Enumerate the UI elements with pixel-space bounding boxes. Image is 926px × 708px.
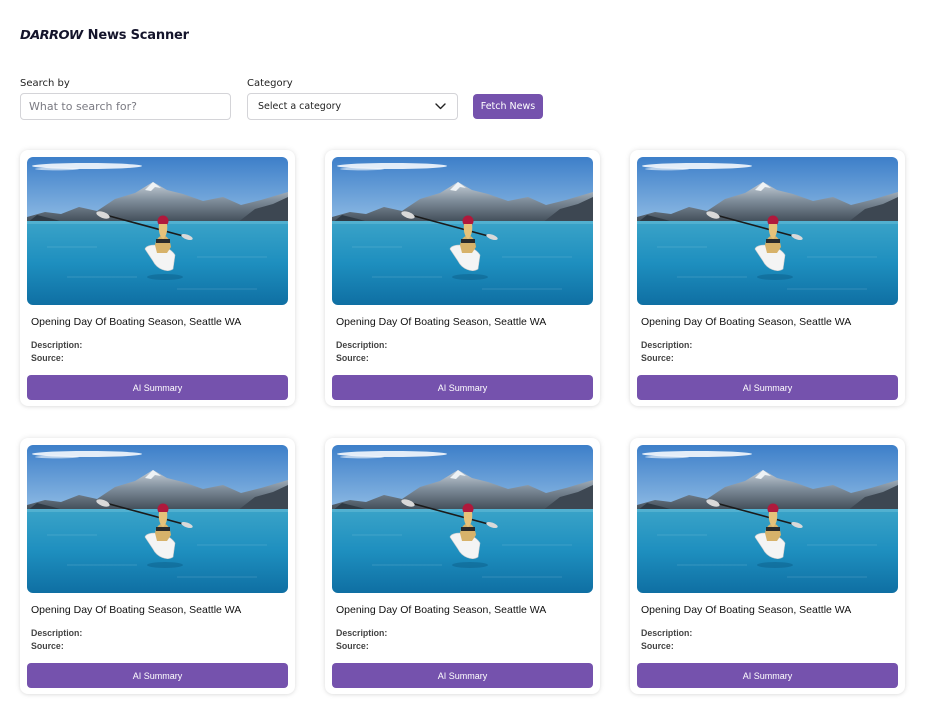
search-input[interactable] — [21, 94, 230, 119]
article-description-label: Description: — [336, 628, 388, 638]
news-card: Opening Day Of Boating Season, Seattle W… — [20, 150, 295, 406]
news-card: Opening Day Of Boating Season, Seattle W… — [325, 438, 600, 694]
ai-summary-button[interactable]: AI Summary — [637, 663, 898, 688]
article-source-label: Source: — [31, 353, 64, 363]
article-image[interactable] — [637, 157, 898, 305]
article-image[interactable] — [27, 157, 288, 305]
search-label: Search by — [20, 78, 70, 89]
category-select[interactable]: Select a category — [247, 93, 458, 120]
article-title: Opening Day Of Boating Season, Seattle W… — [641, 604, 852, 616]
article-source-label: Source: — [336, 641, 369, 651]
ai-summary-button[interactable]: AI Summary — [332, 375, 593, 400]
article-title: Opening Day Of Boating Season, Seattle W… — [31, 604, 242, 616]
article-title: Opening Day Of Boating Season, Seattle W… — [336, 604, 547, 616]
search-controls: Search by Category Select a category Fet… — [20, 78, 906, 122]
article-title: Opening Day Of Boating Season, Seattle W… — [336, 316, 547, 328]
category-selected-value: Select a category — [258, 101, 342, 112]
news-card: Opening Day Of Boating Season, Seattle W… — [325, 150, 600, 406]
article-source-label: Source: — [31, 641, 64, 651]
article-description-label: Description: — [31, 628, 83, 638]
article-title: Opening Day Of Boating Season, Seattle W… — [31, 316, 242, 328]
article-source-label: Source: — [641, 641, 674, 651]
article-description-label: Description: — [641, 628, 693, 638]
article-description-label: Description: — [336, 340, 388, 350]
chevron-down-icon — [433, 100, 447, 114]
app-title: News Scanner — [87, 28, 189, 43]
article-image[interactable] — [332, 445, 593, 593]
news-card: Opening Day Of Boating Season, Seattle W… — [630, 438, 905, 694]
ai-summary-button[interactable]: AI Summary — [332, 663, 593, 688]
article-source-label: Source: — [336, 353, 369, 363]
category-label: Category — [247, 78, 293, 89]
app-header: DARROW News Scanner — [20, 28, 189, 43]
article-title: Opening Day Of Boating Season, Seattle W… — [641, 316, 852, 328]
fetch-news-button[interactable]: Fetch News — [473, 94, 543, 119]
article-image[interactable] — [27, 445, 288, 593]
ai-summary-button[interactable]: AI Summary — [27, 663, 288, 688]
article-image[interactable] — [332, 157, 593, 305]
news-card: Opening Day Of Boating Season, Seattle W… — [630, 150, 905, 406]
search-field[interactable] — [20, 93, 231, 120]
ai-summary-button[interactable]: AI Summary — [27, 375, 288, 400]
ai-summary-button[interactable]: AI Summary — [637, 375, 898, 400]
article-description-label: Description: — [31, 340, 83, 350]
brand-logo: DARROW — [20, 28, 83, 43]
article-image[interactable] — [637, 445, 898, 593]
article-source-label: Source: — [641, 353, 674, 363]
article-description-label: Description: — [641, 340, 693, 350]
news-card: Opening Day Of Boating Season, Seattle W… — [20, 438, 295, 694]
